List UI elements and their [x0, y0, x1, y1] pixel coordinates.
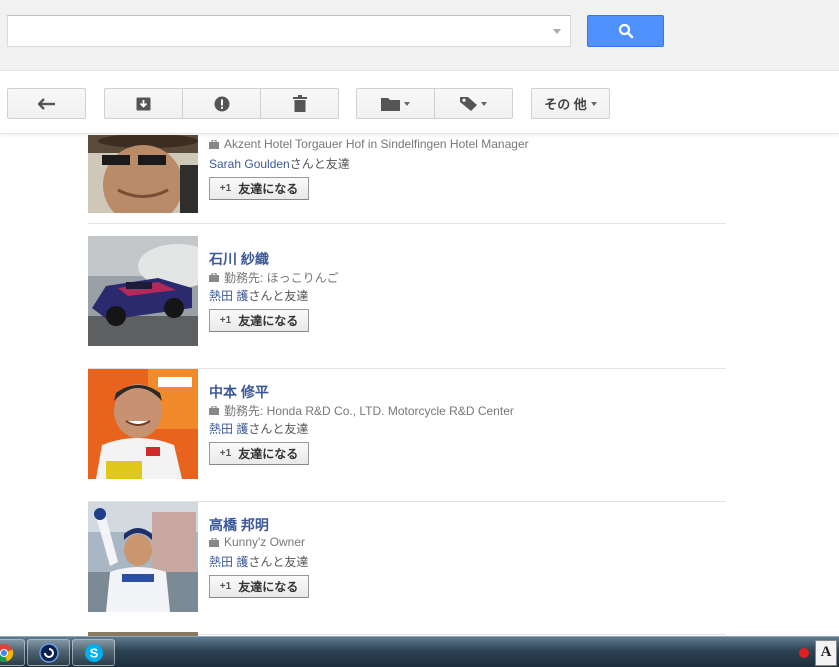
back-button[interactable] [7, 88, 86, 119]
person-work: Kunny'z Owner [209, 535, 305, 549]
briefcase-icon [209, 139, 219, 149]
search-options-caret-icon[interactable] [553, 29, 561, 34]
person-mutual: Sarah Gouldenさんと友達 [209, 155, 350, 172]
person-avatar[interactable] [88, 502, 198, 612]
app-circle-icon [38, 642, 59, 663]
person-card: Akzent Hotel Torgauer Hof in Sindelfinge… [88, 91, 726, 224]
briefcase-icon [209, 537, 219, 547]
add-friend-plus-icon: +1 [219, 183, 232, 194]
person-work: 勤務先: ほっこりんご [209, 269, 339, 286]
person-work-text: Kunny'z Owner [224, 535, 305, 549]
add-friend-button[interactable]: +1 友達になる [209, 442, 309, 465]
add-friend-label: 友達になる [238, 314, 299, 328]
add-friend-label: 友達になる [238, 182, 299, 196]
briefcase-icon [209, 273, 219, 282]
notification-flag-icon[interactable] [799, 647, 809, 658]
person-card: 高橋 邦明 Kunny'z Owner 熱田 護さんと友達 +1 友達になる [88, 502, 726, 635]
add-friend-label: 友達になる [238, 580, 299, 594]
person-avatar[interactable] [88, 236, 198, 346]
skype-icon: S [84, 643, 103, 662]
person-avatar[interactable] [88, 135, 198, 213]
person-mutual: 熱田 護さんと友達 [209, 420, 308, 437]
search-input[interactable] [7, 15, 571, 47]
add-friend-plus-icon: +1 [219, 315, 232, 326]
person-mutual: 熱田 護さんと友達 [209, 287, 308, 304]
search-button[interactable] [587, 15, 664, 47]
person-work: 勤務先: Honda R&D Co., LTD. Motorcycle R&D … [209, 402, 514, 419]
add-friend-button[interactable]: +1 友達になる [209, 575, 309, 598]
person-work: Akzent Hotel Torgauer Hof in Sindelfinge… [209, 137, 529, 151]
taskbar-item-chrome[interactable] [0, 639, 25, 666]
mutual-friend-link[interactable]: Sarah Goulden [209, 157, 290, 171]
system-tray: A [799, 637, 839, 667]
taskbar-item-app[interactable] [27, 639, 70, 666]
mutual-friend-link[interactable]: 熱田 護 [209, 422, 248, 436]
mutual-friend-link[interactable]: 熱田 護 [209, 289, 248, 303]
person-name[interactable]: 高橋 邦明 [209, 515, 269, 535]
briefcase-icon [209, 406, 219, 415]
add-friend-button[interactable]: +1 友達になる [209, 309, 309, 332]
ime-indicator[interactable]: A [815, 639, 837, 666]
mutual-suffix: さんと友達 [248, 555, 309, 569]
person-card: 中本 修平 勤務先: Honda R&D Co., LTD. Motorcycl… [88, 369, 726, 502]
person-work-text: Akzent Hotel Torgauer Hof in Sindelfinge… [224, 137, 529, 151]
taskbar-item-skype[interactable]: S [72, 639, 115, 666]
reply-back-icon [37, 97, 55, 110]
add-friend-label: 友達になる [238, 447, 299, 461]
mutual-suffix: さんと友達 [289, 157, 350, 171]
add-friend-plus-icon: +1 [219, 448, 232, 459]
windows-taskbar: S A [0, 636, 839, 667]
mutual-friend-link[interactable]: 熱田 護 [209, 555, 248, 569]
search-icon [618, 23, 633, 39]
add-friend-plus-icon: +1 [219, 581, 232, 592]
person-name[interactable]: 石川 紗織 [209, 249, 269, 269]
mutual-suffix: さんと友達 [248, 422, 309, 436]
person-mutual: 熱田 護さんと友達 [209, 553, 308, 570]
person-work-text: 勤務先: ほっこりんご [224, 271, 339, 285]
person-avatar[interactable] [88, 369, 198, 479]
person-card: 石川 紗織 勤務先: ほっこりんご 熱田 護さんと友達 +1 友達になる [88, 236, 726, 369]
gmail-header [0, 0, 839, 71]
person-work-text: 勤務先: Honda R&D Co., LTD. Motorcycle R&D … [224, 404, 514, 418]
person-name[interactable]: 中本 修平 [209, 382, 269, 402]
svg-text:S: S [89, 645, 98, 660]
add-friend-button[interactable]: +1 友達になる [209, 177, 309, 200]
mutual-suffix: さんと友達 [248, 289, 309, 303]
chrome-icon [0, 643, 13, 662]
